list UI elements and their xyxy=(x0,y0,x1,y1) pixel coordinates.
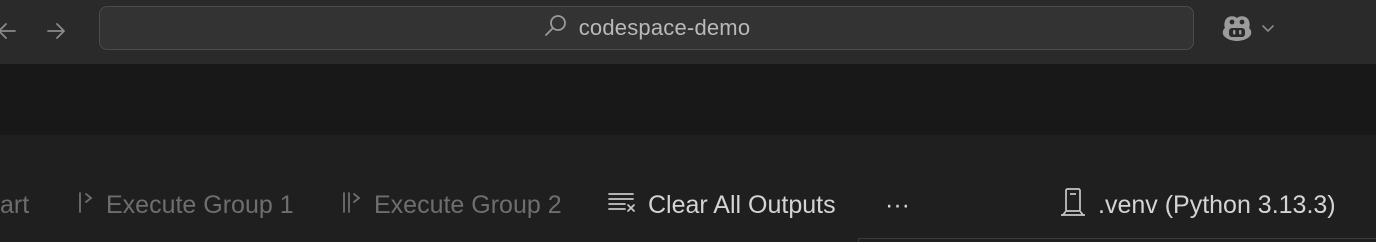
kernel-picker[interactable]: .venv (Python 3.13.3) xyxy=(1058,184,1336,226)
command-center-search[interactable]: codespace-demo xyxy=(99,6,1194,50)
execute-group-1-label: Execute Group 1 xyxy=(106,190,294,219)
restart-label: art xyxy=(0,190,30,219)
kernel-server-icon xyxy=(1058,186,1088,225)
more-notebook-actions-label: ··· xyxy=(885,190,910,219)
execute-group-2-label: Execute Group 2 xyxy=(374,190,562,219)
editor-actions-bar xyxy=(0,64,1376,177)
execute-below-icon xyxy=(340,188,364,223)
arrow-left-icon[interactable] xyxy=(0,18,20,44)
clear-all-outputs-button[interactable]: Clear All Outputs xyxy=(606,184,836,226)
chevron-down-icon xyxy=(1260,20,1276,41)
search-icon xyxy=(543,13,569,44)
editor-panel-edge xyxy=(858,238,1376,242)
clear-all-outputs-label: Clear All Outputs xyxy=(648,190,836,219)
copilot-menu[interactable] xyxy=(1220,14,1276,46)
execute-above-icon xyxy=(76,188,96,223)
restart-button[interactable]: art xyxy=(0,184,29,226)
copilot-icon xyxy=(1220,13,1254,48)
more-notebook-actions-button[interactable]: ··· xyxy=(885,184,910,226)
arrow-right-icon[interactable] xyxy=(43,18,69,44)
command-center-label: codespace-demo xyxy=(578,15,751,40)
title-bar: codespace-demo xyxy=(0,0,1376,64)
execute-group-2-button[interactable]: Execute Group 2 xyxy=(340,184,562,226)
kernel-label: .venv (Python 3.13.3) xyxy=(1098,190,1336,219)
execute-group-1-button[interactable]: Execute Group 1 xyxy=(76,184,294,226)
clear-all-icon xyxy=(606,188,638,223)
